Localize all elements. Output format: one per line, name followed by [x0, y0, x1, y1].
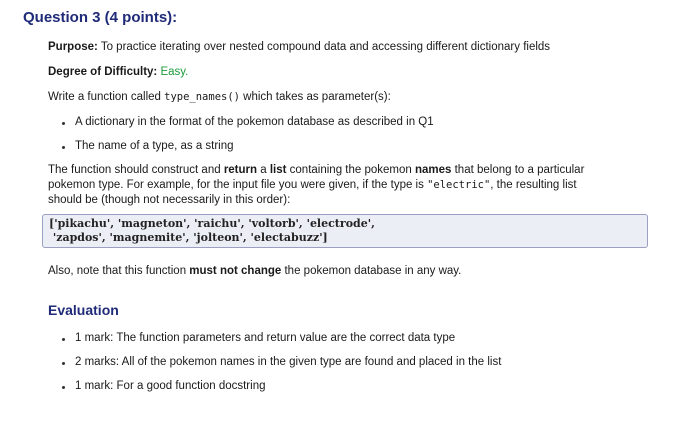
description-text: pokemon type. For example, for the input…: [48, 179, 428, 191]
function-name: type_names(): [164, 91, 240, 103]
description-line-3: should be (though not necessarily in thi…: [48, 194, 291, 206]
function-intro-before: Write a function called: [48, 91, 165, 103]
code-line-1: ['pikachu', 'magneton', 'raichu', 'volto…: [49, 217, 375, 230]
code-line-2: 'zapdos', 'magnemite', 'jolteon', 'elect…: [49, 231, 328, 244]
description-text: , the resulting list: [490, 179, 577, 191]
expected-output-code: ['pikachu', 'magneton', 'raichu', 'volto…: [42, 214, 648, 248]
purpose-text: To practice iterating over nested compou…: [100, 41, 551, 53]
difficulty-line: Degree of Difficulty: Easy.: [48, 66, 188, 78]
evaluation-item: 2 marks: All of the pokemon names in the…: [62, 356, 501, 380]
description-text: The function should construct and: [48, 164, 224, 176]
purpose-label: Purpose:: [48, 41, 98, 53]
description-text: containing the pokemon: [286, 164, 415, 176]
assignment-page: Question 3 (4 points): Purpose: To pract…: [0, 0, 692, 445]
question-title: Question 3 (4 points):: [23, 9, 178, 26]
parameter-item: A dictionary in the format of the pokemo…: [62, 116, 434, 140]
type-string-code: "electric": [427, 179, 491, 191]
evaluation-list: 1 mark: The function parameters and retu…: [62, 332, 501, 404]
note-line: Also, note that this function must not c…: [48, 265, 461, 277]
note-text: Also, note that this function: [48, 265, 190, 277]
description-text: a: [257, 164, 270, 176]
parameter-item: The name of a type, as a string: [62, 140, 434, 164]
description-bold-return: return: [223, 164, 258, 176]
note-bold: must not change: [189, 265, 282, 277]
parameter-list: A dictionary in the format of the pokemo…: [62, 116, 434, 164]
description-bold-names: names: [414, 164, 452, 176]
description-line-2: pokemon type. For example, for the input…: [48, 178, 656, 193]
evaluation-item: 1 mark: For a good function docstring: [62, 380, 501, 404]
evaluation-title: Evaluation: [48, 302, 119, 318]
description-text: that belong to a particular: [451, 164, 585, 176]
note-text: the pokemon database in any way.: [281, 265, 462, 277]
function-intro: Write a function called type_names() whi…: [48, 91, 391, 103]
difficulty-label: Degree of Difficulty:: [48, 66, 158, 78]
description-bold-list: list: [269, 164, 287, 176]
description-paragraph: The function should construct and return…: [48, 163, 656, 208]
purpose-line: Purpose: To practice iterating over nest…: [48, 41, 550, 53]
function-intro-after: which takes as parameter(s):: [239, 91, 391, 103]
evaluation-item: 1 mark: The function parameters and retu…: [62, 332, 501, 356]
difficulty-value: Easy.: [160, 66, 189, 78]
description-line-1: The function should construct and return…: [48, 163, 656, 178]
